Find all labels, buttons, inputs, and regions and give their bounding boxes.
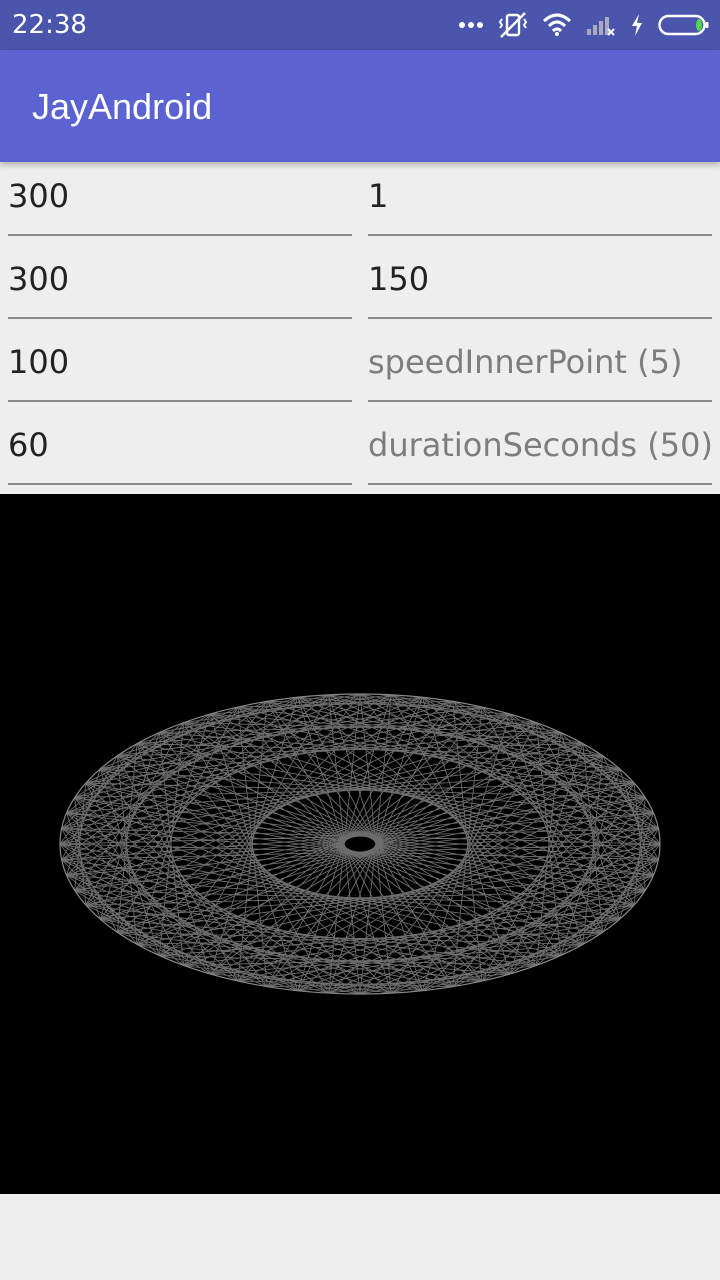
string-art-ellipse (59, 693, 661, 995)
ellipse-outline (59, 693, 661, 995)
status-time: 22:38 (12, 10, 87, 40)
param-value-5: 100 (8, 343, 70, 381)
param-field-2[interactable]: 1 (368, 162, 712, 236)
wifi-icon (542, 13, 572, 37)
param-value-2: 1 (368, 177, 389, 215)
param-field-1[interactable]: 300 (8, 162, 352, 236)
charging-icon (630, 13, 644, 37)
drawing-canvas[interactable] (0, 494, 720, 1194)
speed-inner-point-hint: speedInnerPoint (5) (368, 343, 683, 381)
duration-seconds-hint: durationSeconds (50) (368, 426, 712, 464)
param-value-7: 60 (8, 426, 49, 464)
chord-lines (59, 693, 661, 995)
signal-icon (586, 13, 616, 37)
param-field-4[interactable]: 150 (368, 245, 712, 319)
battery-icon (658, 13, 710, 37)
parameter-form: 300 1 300 150 100 speedInnerPoint (5) 60… (0, 162, 720, 494)
param-value-1: 300 (8, 177, 70, 215)
param-value-3: 300 (8, 260, 70, 298)
param-field-5[interactable]: 100 (8, 328, 352, 402)
app-bar: JayAndroid (0, 50, 720, 162)
chord-path (59, 693, 661, 995)
more-dots-icon (458, 21, 484, 29)
status-icons (458, 10, 710, 40)
vibrate-off-icon (498, 11, 528, 39)
param-field-3[interactable]: 300 (8, 245, 352, 319)
duration-seconds-field[interactable]: durationSeconds (50) (368, 411, 712, 485)
param-field-7[interactable]: 60 (8, 411, 352, 485)
speed-inner-point-field[interactable]: speedInnerPoint (5) (368, 328, 712, 402)
status-bar: 22:38 (0, 0, 720, 50)
param-value-4: 150 (368, 260, 430, 298)
app-title: JayAndroid (32, 86, 213, 127)
